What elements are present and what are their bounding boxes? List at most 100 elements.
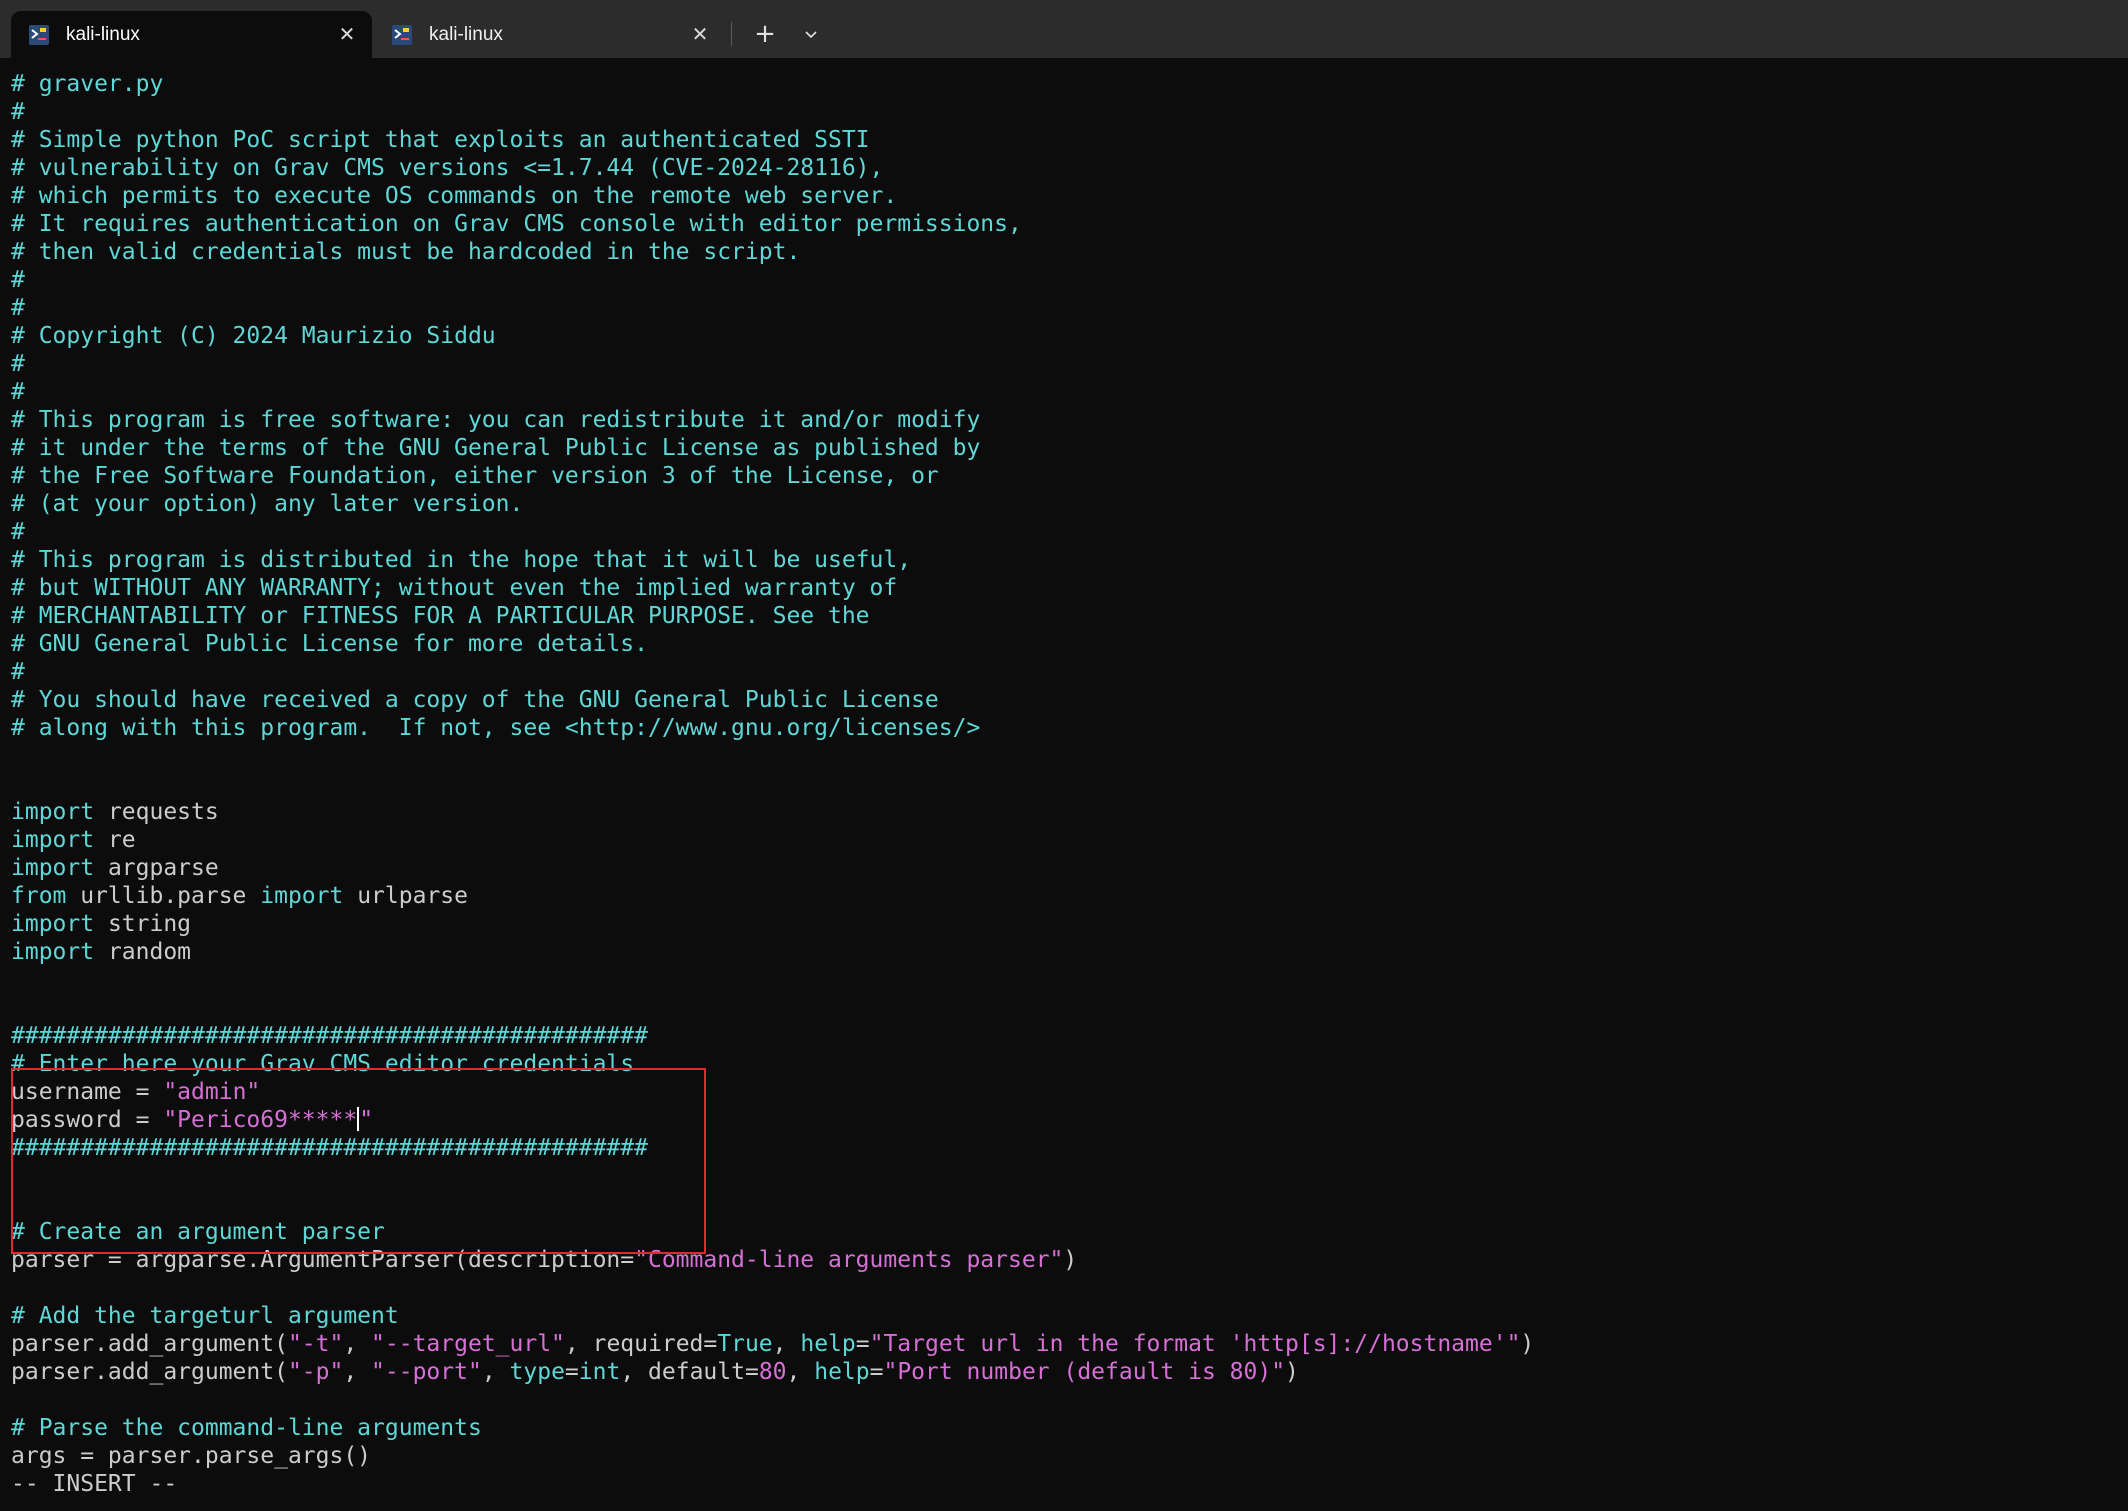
code-line: # xyxy=(11,98,1534,126)
code-line: # xyxy=(11,518,1534,546)
code-token: argparse xyxy=(94,855,219,881)
code-line: # Enter here your Grav CMS editor creden… xyxy=(11,1050,1534,1078)
code-line: # the Free Software Foundation, either v… xyxy=(11,462,1534,490)
code-token: # MERCHANTABILITY or FITNESS FOR A PARTI… xyxy=(11,603,870,629)
tab-label: kali-linux xyxy=(429,23,503,45)
code-line: # vulnerability on Grav CMS versions <=1… xyxy=(11,154,1534,182)
code-line: # which permits to execute OS commands o… xyxy=(11,182,1534,210)
code-token: # Create an argument parser xyxy=(11,1219,385,1245)
code-token: # Add the targeturl argument xyxy=(11,1303,399,1329)
code-token: import xyxy=(11,911,95,937)
code-token: parser.add_argument( xyxy=(11,1331,288,1357)
code-line: # it under the terms of the GNU General … xyxy=(11,434,1534,462)
code-token: "Target url in the format 'http[s]://hos… xyxy=(869,1331,1521,1357)
vim-mode-indicator: -- INSERT -- xyxy=(11,1471,178,1497)
code-line: password = "Perico69*****" xyxy=(11,1106,1534,1134)
code-line: # along with this program. If not, see <… xyxy=(11,714,1534,742)
close-icon[interactable]: ✕ xyxy=(330,18,364,52)
code-token: , xyxy=(786,1359,815,1385)
code-token: , xyxy=(481,1359,510,1385)
code-line: username = "admin" xyxy=(11,1078,1534,1106)
code-line: # Add the targeturl argument xyxy=(11,1302,1534,1330)
code-token: # Copyright (C) 2024 Maurizio Siddu xyxy=(11,323,496,349)
code-token: random xyxy=(94,939,192,965)
code-token: requests xyxy=(94,799,219,825)
code-token: "--port" xyxy=(371,1359,482,1385)
code-line: # xyxy=(11,658,1534,686)
code-token: parser.add_argument( xyxy=(11,1359,288,1385)
code-token: # Enter here your Grav CMS editor creden… xyxy=(11,1051,635,1077)
tab-kali-linux-1[interactable]: kali-linux ✕ xyxy=(11,11,372,58)
code-line: # You should have received a copy of the… xyxy=(11,686,1534,714)
code-line: import string xyxy=(11,910,1534,938)
editor-buffer[interactable]: # graver.py # # Simple python PoC script t… xyxy=(11,70,1534,1498)
code-line: # GNU General Public License for more de… xyxy=(11,630,1534,658)
code-token: True xyxy=(717,1331,773,1357)
code-token: import xyxy=(11,855,95,881)
code-line: # It requires authentication on Grav CMS… xyxy=(11,210,1534,238)
code-token: help xyxy=(814,1359,870,1385)
code-token: # then valid credentials must be hardcod… xyxy=(11,239,801,265)
code-token: = xyxy=(564,1359,579,1385)
code-line: from urllib.parse import urlparse xyxy=(11,882,1534,910)
tab-label: kali-linux xyxy=(66,23,140,45)
code-token: # the Free Software Foundation, either v… xyxy=(11,463,939,489)
tab-kali-linux-2[interactable]: kali-linux ✕ xyxy=(374,11,725,58)
code-token: # along with this program. If not, see <… xyxy=(11,715,981,741)
code-token: "--target_url" xyxy=(371,1331,565,1357)
code-line: parser.add_argument("-t", "--target_url"… xyxy=(11,1330,1534,1358)
code-token: " xyxy=(359,1107,374,1133)
terminal-pane[interactable]: # graver.py # # Simple python PoC script t… xyxy=(0,58,2128,1511)
code-token: ) xyxy=(1063,1247,1078,1273)
code-token: ) xyxy=(1285,1359,1299,1385)
code-token: "Command-line arguments parser" xyxy=(634,1247,1064,1273)
code-token: # xyxy=(11,99,25,125)
code-token: , default= xyxy=(620,1359,759,1385)
code-token: "admin" xyxy=(163,1079,261,1105)
chevron-down-icon xyxy=(805,31,817,39)
code-line: # xyxy=(11,378,1534,406)
code-token: # xyxy=(11,519,25,545)
code-token: ########################################… xyxy=(11,1135,648,1161)
code-token: import xyxy=(11,939,95,965)
code-token: import xyxy=(260,883,344,909)
code-token: # xyxy=(11,351,25,377)
code-line: # xyxy=(11,266,1534,294)
code-line: ########################################… xyxy=(11,1022,1534,1050)
close-icon[interactable]: ✕ xyxy=(683,18,717,52)
code-token: import xyxy=(11,799,95,825)
code-line: # Parse the command-line arguments xyxy=(11,1414,1534,1442)
code-line: # xyxy=(11,350,1534,378)
plus-icon: + xyxy=(754,19,776,49)
code-line: parser = argparse.ArgumentParser(descrip… xyxy=(11,1246,1534,1274)
code-token: # It requires authentication on Grav CMS… xyxy=(11,211,1022,237)
new-tab-button[interactable]: + xyxy=(744,15,786,53)
code-token: username = xyxy=(11,1079,164,1105)
code-token: # it under the terms of the GNU General … xyxy=(11,435,981,461)
title-bar: kali-linux ✕ kali-linux ✕ + xyxy=(0,0,2128,58)
code-token: , xyxy=(772,1331,801,1357)
code-line: import argparse xyxy=(11,854,1534,882)
code-token: string xyxy=(94,911,192,937)
code-token: password = xyxy=(11,1107,164,1133)
code-line: # This program is free software: you can… xyxy=(11,406,1534,434)
code-line: # MERCHANTABILITY or FITNESS FOR A PARTI… xyxy=(11,602,1534,630)
code-token: # You should have received a copy of the… xyxy=(11,687,939,713)
kali-terminal-icon xyxy=(391,24,413,46)
code-token: # xyxy=(11,659,25,685)
tab-dropdown-button[interactable] xyxy=(790,15,832,53)
code-token: , xyxy=(343,1359,372,1385)
code-token: # (at your option) any later version. xyxy=(11,491,524,517)
code-token: urllib.parse xyxy=(66,883,261,909)
code-line: # Create an argument parser xyxy=(11,1218,1534,1246)
code-token: # Parse the command-line arguments xyxy=(11,1415,482,1441)
code-line: # graver.py xyxy=(11,70,1534,98)
code-token: # This program is free software: you can… xyxy=(11,407,981,433)
